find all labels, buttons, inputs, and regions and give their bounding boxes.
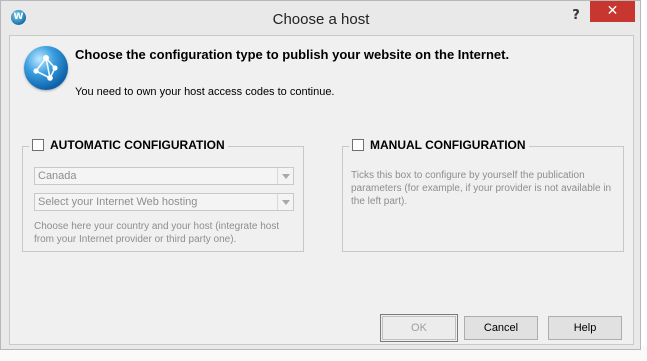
manual-configuration-legend: MANUAL CONFIGURATION	[349, 138, 529, 152]
automatic-configuration-group: AUTOMATIC CONFIGURATION Canada Select yo…	[22, 138, 304, 252]
automatic-configuration-label[interactable]: AUTOMATIC CONFIGURATION	[50, 138, 225, 152]
chevron-down-icon[interactable]	[277, 194, 293, 210]
dialog-title: Choose a host	[272, 11, 370, 28]
manual-configuration-checkbox[interactable]	[352, 139, 364, 151]
web-hosting-select-value: Select your Internet Web hosting	[38, 196, 198, 208]
dialog-content: Choose the configuration type to publish…	[9, 35, 634, 345]
choose-host-dialog: W Choose a host ? ✕ Choose the configura…	[0, 0, 641, 350]
automatic-configuration-legend: AUTOMATIC CONFIGURATION	[29, 138, 228, 152]
country-select-value: Canada	[38, 170, 77, 182]
dialog-subtext: You need to own your host access codes t…	[75, 86, 335, 98]
help-question-icon[interactable]: ?	[566, 7, 586, 25]
country-select[interactable]: Canada	[34, 167, 294, 185]
manual-configuration-label[interactable]: MANUAL CONFIGURATION	[370, 138, 526, 152]
title-bar[interactable]: W Choose a host ? ✕	[1, 1, 640, 35]
automatic-configuration-checkbox[interactable]	[32, 139, 44, 151]
ok-button[interactable]: OK	[380, 314, 458, 342]
close-button[interactable]: ✕	[590, 1, 635, 22]
manual-configuration-description: Ticks this box to configure by yourself …	[351, 170, 612, 207]
globe-network-icon	[24, 46, 68, 90]
web-hosting-select[interactable]: Select your Internet Web hosting	[34, 193, 294, 211]
automatic-configuration-description: Choose here your country and your host (…	[34, 221, 280, 245]
help-button[interactable]: Help	[548, 316, 622, 340]
chevron-down-icon[interactable]	[277, 168, 293, 184]
manual-configuration-group: MANUAL CONFIGURATION Ticks this box to c…	[342, 138, 624, 252]
cancel-button[interactable]: Cancel	[464, 316, 538, 340]
dialog-heading: Choose the configuration type to publish…	[75, 47, 510, 62]
